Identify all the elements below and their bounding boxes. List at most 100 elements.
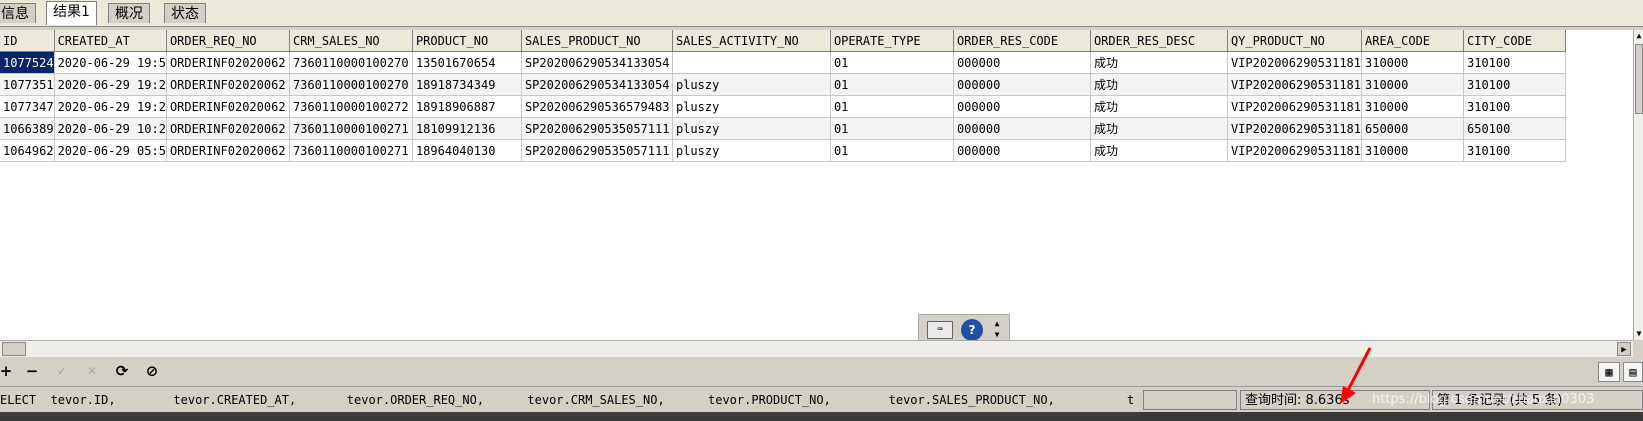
table-cell[interactable]: 310000 <box>1361 95 1464 118</box>
table-cell[interactable]: 7360110000100270 <box>289 73 413 96</box>
spin-arrows-icon[interactable]: ▲ ▼ <box>991 318 1003 342</box>
column-header[interactable]: ORDER_RES_CODE <box>953 30 1091 52</box>
table-cell[interactable]: VIP202006290531181 <box>1227 51 1363 74</box>
column-header[interactable]: PRODUCT_NO <box>412 30 522 52</box>
column-header[interactable]: ORDER_RES_DESC <box>1090 30 1228 52</box>
table-cell[interactable]: 1077347 <box>0 95 55 118</box>
table-cell[interactable]: VIP202006290531181 <box>1227 73 1363 96</box>
help-icon[interactable]: ? <box>961 319 983 341</box>
table-row[interactable]: 1066389 2020-06-29 10:2 ORDERINF02020062… <box>0 117 1566 140</box>
table-cell[interactable]: 01 <box>830 139 954 162</box>
table-cell[interactable]: 13501670654 <box>412 51 522 74</box>
table-cell[interactable]: 2020-06-29 10:2 <box>54 117 167 140</box>
table-cell[interactable]: 310000 <box>1361 51 1464 74</box>
refresh-button[interactable]: ⟳ <box>112 361 132 381</box>
tab-overview[interactable]: 概况 <box>108 3 150 23</box>
form-view-icon[interactable]: ▤ <box>1623 362 1643 382</box>
scroll-up-icon[interactable]: ▲ <box>1634 30 1643 42</box>
table-cell[interactable]: pluszy <box>672 73 831 96</box>
table-cell[interactable]: 18964040130 <box>412 139 522 162</box>
table-cell[interactable]: 310100 <box>1463 51 1566 74</box>
scroll-right-icon[interactable]: ▶ <box>1617 342 1631 356</box>
table-cell[interactable]: 01 <box>830 95 954 118</box>
table-cell[interactable]: 18918734349 <box>412 73 522 96</box>
table-cell[interactable]: 成功 <box>1090 51 1228 74</box>
table-cell[interactable]: SP202006290535057111 <box>521 139 673 162</box>
table-cell[interactable]: 18918906887 <box>412 95 522 118</box>
table-cell[interactable]: 1077351 <box>0 73 55 96</box>
table-cell[interactable]: 2020-06-29 19:2 <box>54 95 167 118</box>
table-cell[interactable]: 7360110000100272 <box>289 95 413 118</box>
table-cell[interactable]: 310100 <box>1463 95 1566 118</box>
table-cell[interactable]: 01 <box>830 51 954 74</box>
table-cell[interactable]: 01 <box>830 117 954 140</box>
table-cell[interactable]: 000000 <box>953 139 1091 162</box>
table-cell[interactable]: VIP202006290531181 <box>1227 139 1363 162</box>
table-cell[interactable] <box>672 51 831 74</box>
table-cell[interactable]: 2020-06-29 05:5 <box>54 139 167 162</box>
column-header[interactable]: SALES_ACTIVITY_NO <box>672 30 831 52</box>
table-row[interactable]: 1077524 2020-06-29 19:5 ORDERINF02020062… <box>0 51 1566 74</box>
apply-changes-button[interactable]: ✓ <box>52 361 72 381</box>
column-header[interactable]: CRM_SALES_NO <box>289 30 413 52</box>
table-cell[interactable]: 650000 <box>1361 117 1464 140</box>
table-cell[interactable]: pluszy <box>672 117 831 140</box>
tab-result1[interactable]: 结果1 <box>46 1 97 25</box>
table-cell[interactable]: 成功 <box>1090 117 1228 140</box>
table-cell[interactable]: 310000 <box>1361 73 1464 96</box>
horizontal-scrollbar[interactable]: ▶ <box>0 340 1633 357</box>
table-cell[interactable]: 000000 <box>953 95 1091 118</box>
table-cell[interactable]: pluszy <box>672 139 831 162</box>
table-row[interactable]: 1077351 2020-06-29 19:2 ORDERINF02020062… <box>0 73 1566 96</box>
column-header[interactable]: CREATED_AT <box>54 30 167 52</box>
table-cell[interactable]: 1064962 <box>0 139 55 162</box>
table-cell[interactable]: SP202006290535057111 <box>521 117 673 140</box>
table-cell[interactable]: SP202006290534133054 <box>521 73 673 96</box>
table-cell[interactable]: 1066389 <box>0 117 55 140</box>
table-cell[interactable]: 成功 <box>1090 139 1228 162</box>
table-row[interactable]: 1077347 2020-06-29 19:2 ORDERINF02020062… <box>0 95 1566 118</box>
table-cell[interactable]: 310100 <box>1463 73 1566 96</box>
table-cell[interactable]: 2020-06-29 19:5 <box>54 51 167 74</box>
delete-row-button[interactable]: − <box>22 361 42 381</box>
table-cell[interactable]: 000000 <box>953 117 1091 140</box>
table-cell[interactable]: ORDERINF02020062 <box>166 73 290 96</box>
table-cell[interactable]: ORDERINF02020062 <box>166 95 290 118</box>
table-cell[interactable]: 成功 <box>1090 95 1228 118</box>
table-cell[interactable]: VIP202006290531181 <box>1227 95 1363 118</box>
column-header[interactable]: AREA_CODE <box>1361 30 1464 52</box>
column-header[interactable]: SALES_PRODUCT_NO <box>521 30 673 52</box>
column-header[interactable]: CITY_CODE <box>1463 30 1566 52</box>
column-header[interactable]: ID <box>0 30 55 52</box>
vertical-scrollbar[interactable]: ▲ ▼ <box>1633 30 1643 340</box>
table-row[interactable]: 1064962 2020-06-29 05:5 ORDERINF02020062… <box>0 139 1566 162</box>
scroll-down-icon[interactable]: ▼ <box>1634 328 1643 340</box>
table-cell[interactable]: 000000 <box>953 51 1091 74</box>
stop-button[interactable]: ⊘ <box>142 361 162 381</box>
grid-view-icon[interactable]: ▦ <box>1598 362 1620 382</box>
table-cell[interactable]: 000000 <box>953 73 1091 96</box>
table-cell[interactable]: 2020-06-29 19:2 <box>54 73 167 96</box>
horizontal-scroll-thumb[interactable] <box>2 342 26 356</box>
table-cell[interactable]: 01 <box>830 73 954 96</box>
table-cell[interactable]: VIP202006290531181 <box>1227 117 1363 140</box>
column-header[interactable]: ORDER_REQ_NO <box>166 30 290 52</box>
table-cell[interactable]: SP202006290536579483 <box>521 95 673 118</box>
table-cell[interactable]: 成功 <box>1090 73 1228 96</box>
table-cell[interactable]: 310000 <box>1361 139 1464 162</box>
table-cell[interactable]: 18109912136 <box>412 117 522 140</box>
tab-status[interactable]: 状态 <box>164 3 206 23</box>
table-cell[interactable]: 7360110000100271 <box>289 139 413 162</box>
column-header[interactable]: QY_PRODUCT_NO <box>1227 30 1363 52</box>
table-cell[interactable]: ORDERINF02020062 <box>166 51 290 74</box>
table-cell[interactable]: 1077524 <box>0 51 55 74</box>
table-cell[interactable]: ORDERINF02020062 <box>166 117 290 140</box>
discard-changes-button[interactable]: ✕ <box>82 361 102 381</box>
vertical-scroll-thumb[interactable] <box>1635 44 1643 114</box>
table-cell[interactable]: 310100 <box>1463 139 1566 162</box>
column-header[interactable]: OPERATE_TYPE <box>830 30 954 52</box>
tab-info[interactable]: 信息 <box>0 3 36 23</box>
table-cell[interactable]: ORDERINF02020062 <box>166 139 290 162</box>
add-row-button[interactable]: + <box>0 361 16 381</box>
table-cell[interactable]: 7360110000100270 <box>289 51 413 74</box>
